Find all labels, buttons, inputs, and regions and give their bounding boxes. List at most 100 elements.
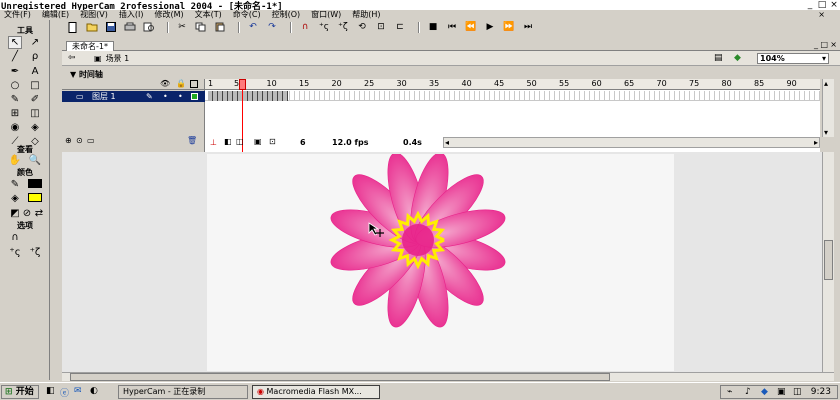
straighten-icon[interactable]: ⁺ζ [336, 22, 350, 33]
onion-skin-icon[interactable]: ◧ [224, 137, 232, 146]
redo-icon[interactable]: ↷ [265, 22, 279, 33]
free-transform-tool-icon[interactable]: ⊞ [8, 107, 22, 120]
mdi-close-button[interactable]: × [818, 10, 825, 20]
arrow-tool-icon[interactable]: ↖ [8, 36, 22, 49]
scale-icon[interactable]: ⊡ [374, 22, 388, 33]
straighten-option-icon[interactable]: ⁺ζ [28, 246, 42, 259]
ink-bottle-tool-icon[interactable]: ◉ [8, 121, 22, 134]
menu-help[interactable]: 帮助(H) [352, 10, 380, 20]
fill-color-swatch[interactable] [28, 193, 42, 202]
menu-commands[interactable]: 命令(C) [233, 10, 261, 20]
brush-tool-icon[interactable]: ✐ [28, 93, 42, 106]
rotate-icon[interactable]: ⟲ [355, 22, 369, 33]
scene-breadcrumb[interactable]: ▣ 场景 1 [94, 53, 129, 64]
outline-color-icon[interactable] [191, 93, 198, 100]
tray-app2-icon[interactable]: ◫ [793, 387, 802, 397]
edit-multiple-frames-icon[interactable]: ▣ [254, 137, 262, 146]
start-button[interactable]: ⊞ 开始 [1, 385, 39, 399]
show-hide-all-icon[interactable]: 👁 [160, 79, 170, 88]
hand-tool-icon[interactable]: ✋ [8, 154, 22, 167]
edit-scene-icon[interactable]: ▤ [714, 53, 723, 63]
lasso-tool-icon[interactable]: ρ [28, 50, 42, 63]
scroll-up-icon[interactable]: ▴ [824, 79, 828, 88]
go-end-icon[interactable]: ⏭ [521, 22, 535, 33]
undo-icon[interactable]: ↶ [246, 22, 260, 33]
lock-all-icon[interactable]: 🔒 [176, 79, 186, 88]
smooth-option-icon[interactable]: ⁺ς [8, 246, 22, 259]
stage[interactable] [207, 152, 674, 371]
print-preview-icon[interactable] [142, 22, 156, 33]
timeline-header[interactable]: ▼ 时间轴 [62, 68, 840, 79]
copy-icon[interactable] [194, 22, 208, 33]
paste-icon[interactable] [213, 22, 227, 33]
outlook-icon[interactable]: ✉ [74, 386, 82, 396]
scroll-right-icon[interactable]: ▸ [814, 138, 818, 147]
menu-view[interactable]: 视图(V) [80, 10, 108, 20]
new-file-icon[interactable] [66, 21, 80, 33]
snap-magnet-icon[interactable]: ∩ [298, 22, 312, 33]
volume-icon[interactable]: ♪ [745, 387, 751, 397]
menu-insert[interactable]: 插入(I) [119, 10, 144, 20]
visible-dot-icon[interactable]: • [163, 91, 168, 102]
network-icon[interactable]: ⌁ [727, 387, 732, 397]
timeline-vertical-scrollbar[interactable]: ▴ ▾ [822, 79, 834, 137]
stage-vertical-scrollbar[interactable] [822, 152, 834, 372]
doc-close-icon[interactable]: × [830, 40, 837, 49]
rewind-start-icon[interactable]: ⏮ [445, 22, 459, 33]
frame-ruler[interactable]: 1 5 10 15 20 25 30 35 40 45 50 55 60 65 70 75 80 85 90 [205, 79, 820, 90]
tray-app-icon[interactable]: ▣ [777, 387, 786, 397]
play-icon[interactable]: ▶ [483, 22, 497, 33]
task-hypercam[interactable]: HyperCam - 正在录制 [118, 385, 248, 399]
flower-graphic[interactable] [207, 152, 674, 371]
pencil-tool-icon[interactable]: ✎ [8, 93, 22, 106]
maximize-button[interactable]: □ [816, 0, 828, 10]
stop-icon[interactable]: ■ [426, 22, 440, 33]
edit-symbol-icon[interactable]: ◆ [734, 53, 741, 63]
menu-modify[interactable]: 修改(M) [154, 10, 183, 20]
open-folder-icon[interactable] [85, 22, 99, 33]
menu-edit[interactable]: 编辑(E) [42, 10, 69, 20]
menu-window[interactable]: 窗口(W) [311, 10, 341, 20]
align-icon[interactable]: ⊏ [393, 22, 407, 33]
fill-color-icon[interactable]: ◈ [8, 192, 22, 205]
document-tab[interactable]: 未命名-1* [66, 41, 114, 51]
text-tool-icon[interactable]: A [28, 65, 42, 78]
close-button[interactable]: × [828, 0, 840, 10]
timeline-horizontal-scrollbar[interactable]: ◂ ▸ [443, 137, 820, 148]
pen-tool-icon[interactable]: ✒ [8, 65, 22, 78]
task-flash[interactable]: ◉ Macromedia Flash MX... [252, 385, 380, 399]
modify-onion-markers-icon[interactable]: ⊡ [269, 137, 276, 146]
menu-file[interactable]: 文件(F) [4, 10, 31, 20]
desktop-icon[interactable]: ◧ [46, 386, 55, 396]
language-icon[interactable]: ◆ [761, 387, 768, 397]
swap-colors-icon[interactable]: ⇄ [32, 207, 46, 220]
zoom-tool-icon[interactable]: 🔍 [28, 154, 42, 167]
scroll-down-icon[interactable]: ▾ [824, 128, 828, 137]
cut-icon[interactable]: ✂ [175, 22, 189, 33]
save-icon[interactable] [104, 22, 118, 33]
back-arrow-icon[interactable]: ⇦ [68, 53, 76, 63]
rectangle-tool-icon[interactable]: □ [28, 79, 42, 92]
vertical-scroll-thumb[interactable] [824, 240, 833, 280]
step-back-icon[interactable]: ⏪ [464, 22, 478, 33]
menu-control[interactable]: 控制(O) [272, 10, 301, 20]
oval-tool-icon[interactable]: ○ [8, 79, 22, 92]
fill-transform-tool-icon[interactable]: ◫ [28, 107, 42, 120]
stroke-color-swatch[interactable] [28, 179, 42, 188]
horizontal-scroll-thumb[interactable] [70, 373, 610, 381]
frames-row[interactable] [205, 91, 820, 101]
zoom-select[interactable]: 104% ▾ [757, 53, 829, 64]
paint-bucket-tool-icon[interactable]: ◈ [28, 121, 42, 134]
step-forward-icon[interactable]: ⏩ [502, 22, 516, 33]
doc-minimize-icon[interactable]: _ [814, 40, 818, 49]
lock-dot-icon[interactable]: • [178, 91, 183, 102]
stroke-color-icon[interactable]: ✎ [8, 178, 22, 191]
playhead[interactable] [239, 79, 246, 90]
stage-horizontal-scrollbar[interactable] [62, 372, 834, 381]
line-tool-icon[interactable]: ╱ [8, 50, 22, 63]
layer-row[interactable]: ▭ 图层 1 ✎ • • [62, 91, 205, 102]
smooth-icon[interactable]: ⁺ς [317, 22, 331, 33]
keyframes-filled[interactable] [208, 91, 288, 101]
menu-text[interactable]: 文本(T) [195, 10, 222, 20]
subselect-tool-icon[interactable]: ↗ [28, 36, 42, 49]
